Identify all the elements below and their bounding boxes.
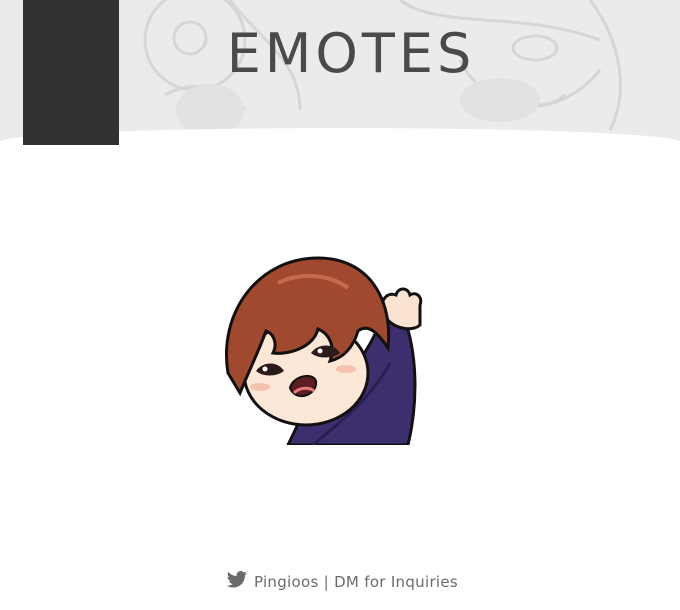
page-title: EMOTES bbox=[226, 22, 476, 85]
footer-credit: Pingioos | DM for Inquiries bbox=[0, 570, 680, 594]
twitter-bird-icon bbox=[226, 571, 248, 593]
footer-credit-text: Pingioos | DM for Inquiries bbox=[253, 573, 459, 591]
waving-chibi-emote bbox=[218, 253, 423, 447]
